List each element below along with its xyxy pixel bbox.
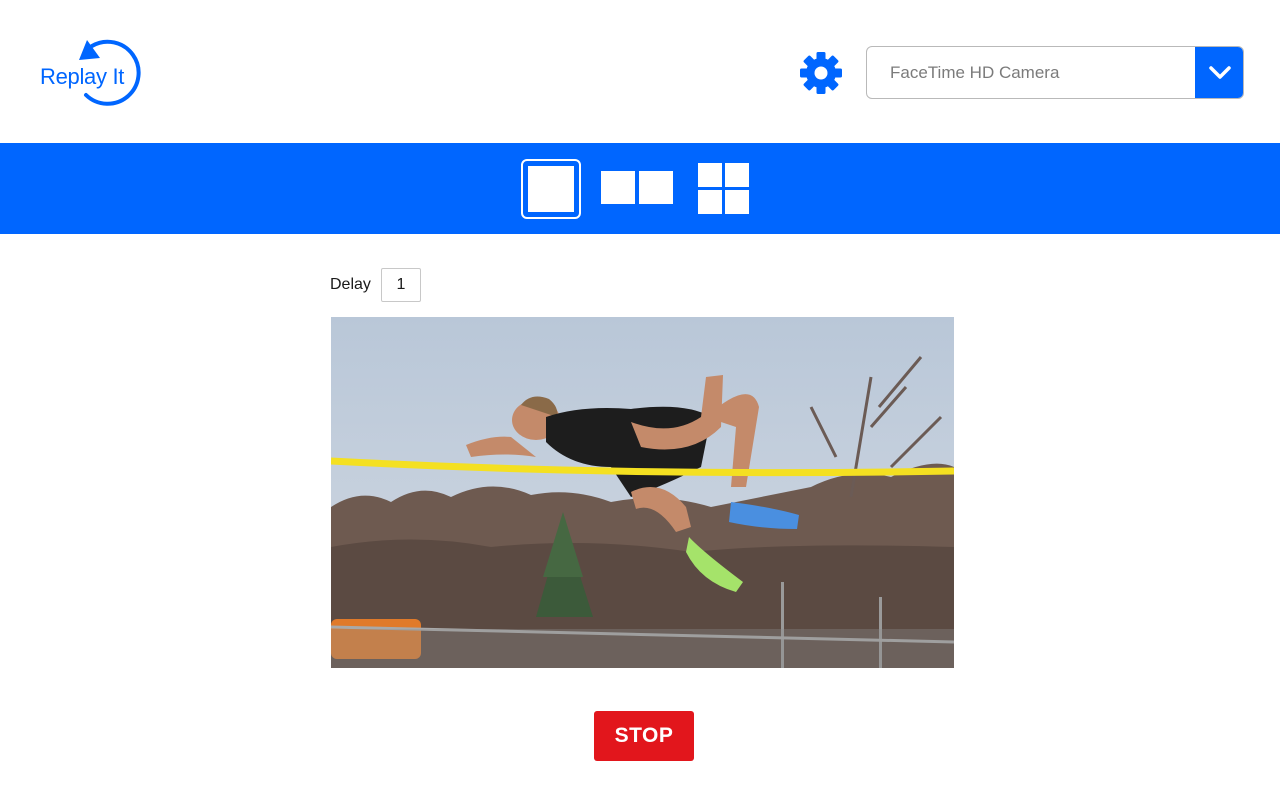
single-view-icon[interactable]: [521, 159, 581, 219]
split-view-icon[interactable]: [601, 171, 673, 204]
layout-toolbar: [0, 143, 1280, 234]
delay-label: Delay: [330, 276, 371, 293]
grid-view-icon[interactable]: [698, 163, 749, 214]
chevron-down-icon[interactable]: [1195, 47, 1243, 98]
delay-input[interactable]: 1: [381, 268, 421, 302]
gear-icon[interactable]: [799, 51, 843, 95]
camera-select[interactable]: FaceTime HD Camera: [866, 46, 1244, 99]
app-logo: Replay It: [38, 38, 150, 110]
video-preview: [331, 317, 954, 668]
camera-select-value: FaceTime HD Camera: [890, 63, 1060, 82]
stop-button[interactable]: STOP: [594, 711, 694, 761]
logo-text: Replay It: [40, 64, 125, 89]
